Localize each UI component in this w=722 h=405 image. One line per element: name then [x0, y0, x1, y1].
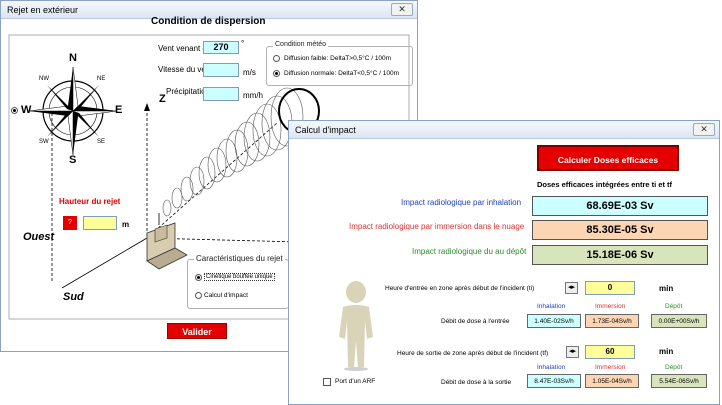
- wind-west-radio[interactable]: [11, 107, 18, 114]
- exit-time-input[interactable]: 60: [585, 345, 635, 359]
- entry-col-inhalation: Inhalation: [537, 303, 566, 310]
- precipitation-unit: mm/h: [243, 91, 263, 100]
- height-label: Hauteur du rejet: [59, 197, 121, 206]
- calculate-doses-button[interactable]: Calculer Doses efficaces intégrées: [537, 145, 679, 191]
- compass-w-label: W: [21, 104, 32, 116]
- wind-direction-input[interactable]: 270: [203, 41, 239, 54]
- impact-window: Calcul d'impact ✕ Calculer Doses efficac…: [288, 120, 720, 405]
- exit-inhalation-value: 8.47E-03Sv/h: [527, 374, 581, 388]
- compass-rose: [28, 66, 118, 156]
- exit-col-depot: Dépôt: [665, 364, 683, 371]
- entry-time-spinner[interactable]: ◂▸: [565, 282, 578, 294]
- impact-window-title: Calcul d'impact: [295, 125, 356, 135]
- ouest-label: Ouest: [23, 231, 55, 243]
- compass-e-label: E: [115, 104, 123, 116]
- axis-z-label: Z: [159, 93, 166, 105]
- depot-label: Impact radiologique du au dépôt: [412, 247, 527, 256]
- compass-s-label: S: [69, 154, 77, 166]
- meteo-normale-radio[interactable]: [273, 70, 280, 77]
- exit-depot-value: 5.54E-06Sv/h: [651, 374, 707, 388]
- exit-time-label: Heure de sortie de zone après début de l…: [397, 350, 549, 357]
- meteo-group-title: Condition météo: [273, 41, 328, 48]
- meteo-faible-radio[interactable]: [273, 55, 280, 62]
- entry-rate-label: Débit de dose à l'entrée: [441, 318, 510, 325]
- entry-depot-value: 0.00E+00Sv/h: [651, 314, 707, 328]
- exit-time-unit: min: [659, 347, 674, 356]
- wind-speed-input[interactable]: [203, 63, 239, 77]
- compass-n-label: N: [69, 52, 77, 64]
- wind-direction-unit: °: [241, 39, 245, 48]
- impact-window-titlebar: Calcul d'impact: [289, 121, 719, 139]
- exit-col-inhalation: Inhalation: [537, 364, 566, 371]
- depot-dose-value: 15.18E-06 Sv: [532, 245, 708, 265]
- height-help-badge[interactable]: ?: [63, 216, 77, 230]
- entry-immersion-value: 1.73E-04Sv/h: [585, 314, 639, 328]
- compass-nw-label: NW: [39, 76, 49, 82]
- exit-rate-label: Débit de dose à la sortie: [441, 379, 512, 386]
- inhalation-label: Impact radiologique par inhalation: [401, 198, 522, 207]
- release-group-title: Caractéristiques du rejet: [194, 254, 285, 263]
- release-bouffee-label: Cinétique bouffée unique: [204, 273, 275, 281]
- immersion-dose-value: 85.30E-05 Sv: [532, 220, 708, 240]
- impact-close-button[interactable]: ✕: [693, 123, 715, 136]
- precipitation-input[interactable]: [203, 87, 239, 101]
- validate-button[interactable]: Valider: [167, 323, 227, 339]
- entry-time-label: Heure d'entrée en zone après début de l'…: [385, 285, 535, 292]
- release-bouffee-radio[interactable]: [195, 274, 202, 281]
- release-impact-label: Calcul d'impact: [204, 292, 248, 299]
- entry-col-immersion: Immersion: [595, 303, 626, 310]
- wind-speed-unit: m/s: [243, 68, 256, 77]
- compass-se-label: SE: [97, 139, 106, 145]
- inhalation-dose-value: 68.69E-03 Sv: [532, 196, 708, 216]
- arf-label: Port d'un ARF: [335, 378, 376, 385]
- exit-time-spinner[interactable]: ◂▸: [566, 346, 579, 358]
- exit-col-immersion: Immersion: [595, 364, 626, 371]
- entry-inhalation-value: 1.40E-02Sv/h: [527, 314, 581, 328]
- dispersion-close-button[interactable]: ✕: [391, 3, 413, 16]
- person-figure: [339, 281, 373, 371]
- immersion-label: Impact radiologique par immersion dans l…: [349, 222, 525, 231]
- meteo-normale-label: Diffusion normale: DeltaT<0,5°C / 100m: [284, 70, 400, 77]
- meteo-group: Condition météo: [266, 41, 413, 86]
- entry-time-unit: min: [659, 284, 674, 293]
- height-unit: m: [122, 220, 130, 229]
- height-input[interactable]: [83, 216, 117, 230]
- sud-label: Sud: [63, 291, 84, 303]
- doses-title: Doses efficaces intégrées entre ti et tf: [537, 180, 673, 189]
- dispersion-window-title: Rejet en extérieur: [7, 5, 79, 15]
- exit-immersion-value: 1.05E-04Sv/h: [585, 374, 639, 388]
- entry-time-input[interactable]: 0: [585, 281, 635, 295]
- compass-sw-label: SW: [39, 139, 49, 145]
- entry-col-depot: Dépôt: [665, 303, 683, 310]
- arf-checkbox[interactable]: [323, 378, 331, 386]
- dispersion-heading: Condition de dispersion: [151, 16, 266, 27]
- release-group: Caractéristiques du rejet: [187, 254, 289, 309]
- release-impact-radio[interactable]: [195, 292, 202, 299]
- meteo-faible-label: Diffusion faible: DeltaT>0,5°C / 100m: [284, 55, 392, 62]
- compass-ne-label: NE: [97, 76, 106, 82]
